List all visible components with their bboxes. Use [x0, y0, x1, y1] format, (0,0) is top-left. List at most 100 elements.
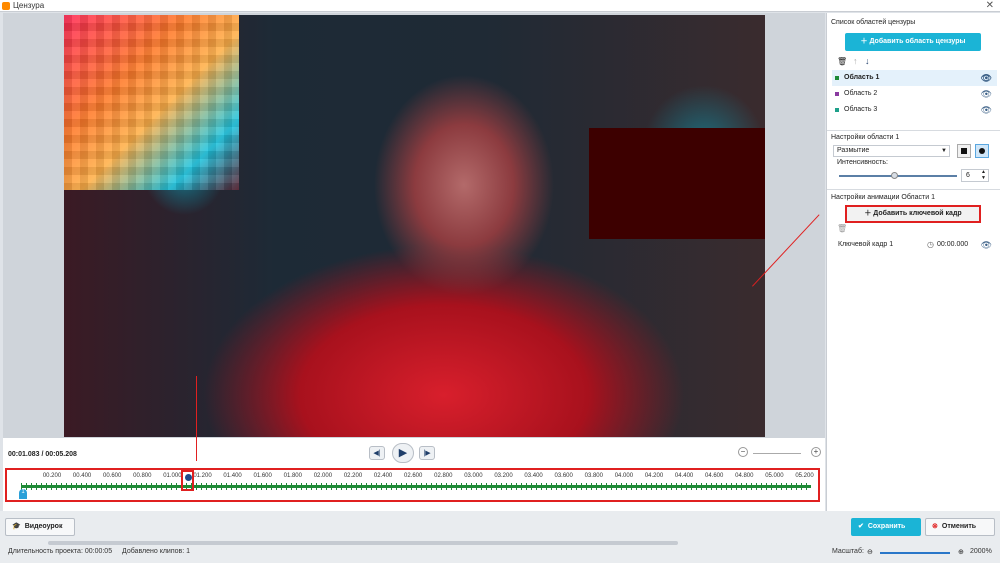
list-item[interactable]: Область 3 👁 [832, 102, 997, 118]
trash-icon[interactable]: 🗑 [837, 57, 847, 66]
horizontal-scrollbar[interactable] [0, 540, 1000, 546]
zoom-label: Масштаб: [832, 548, 864, 555]
save-button[interactable]: ✔ Сохранить [851, 518, 921, 536]
chevron-down-icon: ▼ [941, 148, 947, 154]
start-marker[interactable]: 1 [19, 489, 27, 499]
area-label: Область 3 [844, 106, 878, 113]
title-bar: Цензура ✕ [0, 0, 1000, 12]
cancel-button[interactable]: ⊗ Отменить [925, 518, 995, 536]
timeline-track[interactable] [21, 483, 811, 490]
keyframe-time: 00:00.000 [937, 241, 969, 248]
duration-value: 00:00:05 [84, 548, 113, 555]
censor-panel: Список областей цензуры ＋ Добавить облас… [826, 13, 1000, 511]
clips-value: 1 [186, 548, 191, 555]
duration-label: Длительность проекта: [8, 548, 83, 555]
playhead[interactable] [181, 470, 194, 491]
timeline-tick-label: 01.200 [193, 473, 212, 479]
areas-list: Область 1 👁 Область 2 👁 Область 3 👁 [832, 70, 997, 118]
add-keyframe-label: Добавить ключевой кадр [873, 210, 962, 217]
keyframe-row[interactable]: Ключевой кадр 1 ◷ 00:00.000 👁 [835, 237, 997, 253]
save-label: Сохранить [867, 523, 906, 530]
zoom-out-icon[interactable]: ⊖ [867, 548, 873, 556]
project-zoom-slider[interactable] [880, 552, 950, 554]
cancel-label: Отменить [941, 523, 977, 530]
list-item[interactable]: Область 2 👁 [832, 86, 997, 102]
eye-icon[interactable]: 👁 [981, 237, 992, 253]
timeline-tick-label: 04.800 [735, 473, 754, 479]
preview-panel: 00:01.083 / 00:05.208 ◀| ▶ |▶ − + 00.200… [3, 13, 825, 511]
timeline-tick-label: 03.400 [524, 473, 543, 479]
divider [827, 189, 1000, 190]
animation-settings-title: Настройки анимации Области 1 [831, 194, 935, 201]
add-keyframe-button[interactable]: ＋ Добавить ключевой кадр [845, 205, 981, 223]
next-frame-button[interactable]: |▶ [419, 446, 435, 460]
timeline-tick-label: 00.400 [72, 473, 92, 479]
circle-shape-button[interactable] [975, 144, 989, 158]
eye-icon[interactable]: 👁 [981, 86, 992, 102]
video-stage [3, 13, 825, 438]
square-shape-button[interactable] [957, 144, 971, 158]
timeline-tick-label: 05.200 [795, 473, 814, 479]
solid-fill-area[interactable] [589, 128, 765, 239]
timeline-tick-label: 00.200 [42, 473, 62, 479]
slider-thumb[interactable] [891, 172, 898, 179]
close-icon[interactable]: ✕ [986, 0, 994, 11]
prev-frame-button[interactable]: ◀| [369, 446, 385, 460]
scrollbar-thumb[interactable] [48, 541, 678, 545]
app-icon [2, 2, 10, 10]
timeline-tick-label: 01.000 [163, 473, 182, 479]
zoom-in-icon[interactable]: ⊕ [958, 548, 964, 556]
zoom-out-icon[interactable]: − [738, 447, 748, 457]
timeline-tick-label: 02.200 [343, 473, 363, 479]
timeline-tick-label: 01.400 [223, 473, 242, 479]
up-arrow-icon[interactable]: ↑ [853, 56, 858, 66]
timeline-tick-label: 04.000 [614, 473, 634, 479]
add-area-button[interactable]: ＋ Добавить область цензуры [845, 33, 981, 51]
tutorial-button[interactable]: 🎓 Видеоурок [5, 518, 75, 536]
clips-status: Добавлено клипов: 1 [122, 548, 190, 555]
timeline-tick-label: 03.000 [464, 473, 483, 479]
clock-icon: ◷ [927, 240, 934, 249]
intensity-input[interactable]: 6 ▲ ▼ [961, 169, 989, 182]
add-area-label: Добавить область цензуры [869, 38, 966, 45]
timeline-tick-label: 00.600 [103, 473, 122, 479]
trash-icon[interactable]: 🗑 [837, 224, 847, 233]
intensity-label: Интенсивность: [837, 159, 888, 166]
video-frame[interactable] [64, 15, 765, 437]
timeline-tick-label: 02.000 [313, 473, 333, 479]
eye-icon[interactable]: 👁 [981, 102, 992, 118]
timeline-tick-label: 01.800 [283, 473, 302, 479]
timeline-tick-label: 00.800 [133, 473, 152, 479]
player-controls: 00:01.083 / 00:05.208 ◀| ▶ |▶ − + [3, 440, 825, 466]
stepper-icon[interactable]: ▲ ▼ [981, 169, 986, 181]
area-color-icon [835, 76, 839, 80]
zoom-value: 2000% [970, 548, 992, 555]
timeline-tick-label: 05.000 [765, 473, 784, 479]
intensity-value: 6 [966, 172, 970, 179]
area-label: Область 1 [844, 74, 880, 81]
areas-list-title: Список областей цензуры [831, 19, 916, 26]
clips-label: Добавлено клипов: [122, 548, 185, 555]
footer: 🎓 Видеоурок ✔ Сохранить ⊗ Отменить Длительн… [0, 511, 1000, 563]
annotation-arrow [196, 376, 197, 461]
timeline[interactable]: 00.200 00.400 00.600 00.800 01.000 01.200 01.4… [5, 468, 820, 502]
zoom-in-icon[interactable]: + [811, 447, 821, 457]
pixelated-area[interactable] [64, 15, 239, 190]
eye-icon[interactable]: 👁 [981, 70, 992, 86]
down-arrow-icon[interactable]: ↓ [865, 56, 870, 66]
timeline-tick-label: 02.400 [373, 473, 393, 479]
time-readout: 00:01.083 / 00:05.208 [8, 451, 77, 458]
tutorial-label: Видеоурок [24, 523, 63, 530]
timeline-tick-label: 04.200 [644, 473, 664, 479]
intensity-slider[interactable] [839, 172, 957, 179]
timeline-zoom-slider[interactable] [753, 453, 801, 454]
mode-select[interactable]: Размытие ▼ [833, 145, 950, 157]
list-item[interactable]: Область 1 👁 [832, 70, 997, 86]
area-color-icon [835, 108, 839, 112]
area-label: Область 2 [844, 90, 878, 97]
timeline-tick-label: 02.600 [404, 473, 423, 479]
close-icon: ⊗ [932, 523, 938, 530]
play-button[interactable]: ▶ [392, 443, 414, 463]
area-color-icon [835, 92, 839, 96]
timeline-tick-label: 01.600 [253, 473, 272, 479]
